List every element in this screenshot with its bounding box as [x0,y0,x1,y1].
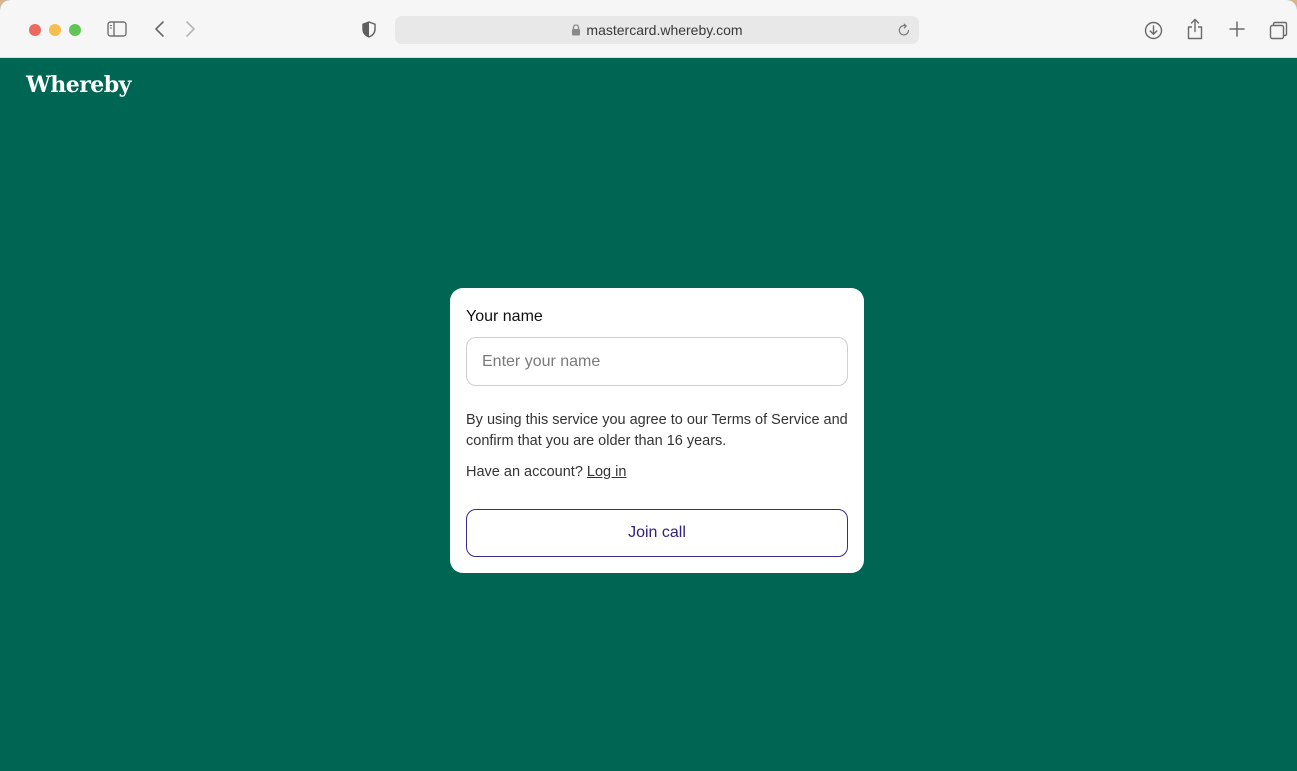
shield-icon[interactable] [359,19,379,39]
share-icon[interactable] [1185,17,1205,41]
tabs-icon[interactable] [1267,19,1289,41]
zoom-window-button[interactable] [69,24,81,36]
chevron-right-icon[interactable] [180,19,200,39]
address-bar[interactable]: mastercard.whereby.com [395,16,919,44]
whereby-logo[interactable]: Whereby [26,72,131,98]
reload-icon[interactable] [895,21,913,39]
download-icon[interactable] [1143,20,1163,40]
sidebar-icon[interactable] [106,20,128,38]
minimize-window-button[interactable] [49,24,61,36]
url-text[interactable]: mastercard.whereby.com [586,22,742,38]
login-link[interactable]: Log in [587,464,627,480]
browser-toolbar: mastercard.whereby.com [0,0,1297,58]
browser-window: mastercard.whereby.com Whereby Your name… [0,0,1297,771]
lock-icon [571,23,581,39]
account-prompt: Have an account? Log in [466,464,626,480]
join-call-button[interactable]: Join call [466,509,848,557]
account-prompt-text: Have an account? [466,464,587,480]
join-form-card: Your name By using this service you agre… [450,288,864,573]
plus-icon[interactable] [1227,19,1247,39]
terms-text: By using this service you agree to our T… [466,412,848,449]
chevron-left-icon[interactable] [150,19,170,39]
close-window-button[interactable] [29,24,41,36]
name-label: Your name [466,308,543,325]
name-input[interactable] [466,337,848,386]
